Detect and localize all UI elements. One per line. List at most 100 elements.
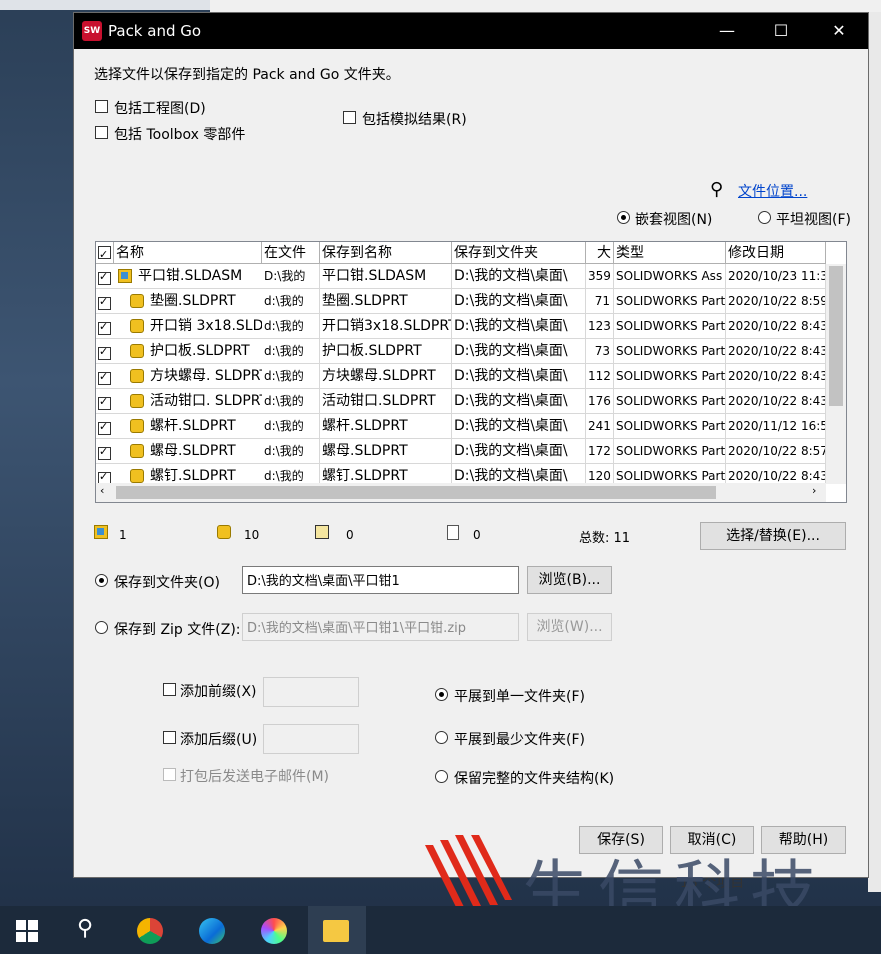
flat-view-radio[interactable] (758, 211, 771, 224)
row-infile: d:\我的 (262, 439, 320, 464)
part-icon (130, 444, 144, 458)
add-prefix-checkbox[interactable] (163, 683, 176, 696)
table-row[interactable]: 螺杆.SLDPRTd:\我的螺杆.SLDPRTD:\我的文档\桌面\241SOL… (96, 414, 826, 439)
add-suffix-checkbox[interactable] (163, 731, 176, 744)
header-size[interactable]: 大 (586, 242, 614, 264)
email-label: 打包后发送电子邮件(M) (180, 769, 330, 785)
row-size: 123 (586, 314, 614, 339)
row-saveto: 平口钳.SLDASM (320, 264, 452, 289)
table-row[interactable]: 螺母.SLDPRTd:\我的螺母.SLDPRTD:\我的文档\桌面\172SOL… (96, 439, 826, 464)
row-folder: D:\我的文档\桌面\ (452, 339, 586, 364)
save-to-folder-radio[interactable] (95, 574, 108, 587)
row-infile: d:\我的 (262, 339, 320, 364)
part-count-icon (217, 525, 231, 539)
include-toolbox-checkbox[interactable] (95, 126, 108, 139)
row-saveto: 螺杆.SLDPRT (320, 414, 452, 439)
row-checkbox[interactable] (98, 420, 111, 435)
flatten-fewest-label: 平展到最少文件夹(F) (454, 732, 585, 748)
solidworks-icon: SW (82, 21, 102, 41)
row-date: 2020/10/23 11:3 (726, 264, 826, 289)
prefix-input[interactable] (263, 677, 359, 707)
nested-view-radio[interactable] (617, 211, 630, 224)
total-count: 总数: 11 (579, 531, 631, 546)
keep-structure-label: 保留完整的文件夹结构(K) (454, 771, 615, 787)
row-checkbox[interactable] (98, 395, 111, 410)
row-date: 2020/10/22 8:43 (726, 389, 826, 414)
table-row[interactable]: 护口板.SLDPRTd:\我的护口板.SLDPRTD:\我的文档\桌面\73SO… (96, 339, 826, 364)
row-name: 螺母.SLDPRT (150, 443, 236, 459)
vertical-scroll-thumb[interactable] (829, 266, 843, 406)
row-infile: d:\我的 (262, 289, 320, 314)
scroll-left-icon[interactable]: ‹ (100, 484, 104, 497)
search-icon[interactable]: ⚲ (77, 916, 93, 941)
keep-structure-radio[interactable] (435, 770, 448, 783)
row-type: SOLIDWORKS Part (614, 314, 726, 339)
browse-folder-button[interactable]: 浏览(B)... (527, 566, 612, 594)
part-count: 10 (244, 528, 260, 542)
taskbar (0, 906, 881, 954)
include-sim-checkbox[interactable] (343, 111, 356, 124)
include-drawings-checkbox[interactable] (95, 100, 108, 113)
part-icon (130, 469, 144, 483)
row-folder: D:\我的文档\桌面\ (452, 389, 586, 414)
row-folder: D:\我的文档\桌面\ (452, 289, 586, 314)
horizontal-scroll-thumb[interactable] (116, 486, 716, 499)
flat-view-label: 平坦视图(F) (776, 212, 851, 228)
save-to-zip-radio[interactable] (95, 621, 108, 634)
row-name: 活动钳口. SLDPRT (150, 393, 262, 409)
table-row[interactable]: 平口钳.SLDASMD:\我的平口钳.SLDASMD:\我的文档\桌面\359S… (96, 264, 826, 289)
row-checkbox[interactable] (98, 445, 111, 460)
header-infile[interactable]: 在文件 (262, 242, 320, 264)
row-checkbox[interactable] (98, 345, 111, 360)
maximize-button[interactable]: ☐ (758, 13, 804, 49)
table-row[interactable]: 开口销 3x18.SLDPRTd:\我的开口销3x18.SLDPRTD:\我的文… (96, 314, 826, 339)
select-replace-button[interactable]: 选择/替换(E)... (700, 522, 846, 550)
flatten-fewest-radio[interactable] (435, 731, 448, 744)
header-type[interactable]: 类型 (614, 242, 726, 264)
table-row[interactable]: 活动钳口. SLDPRTd:\我的活动钳口.SLDPRTD:\我的文档\桌面\1… (96, 389, 826, 414)
select-all-checkbox[interactable] (98, 244, 111, 263)
assembly-count-icon (94, 525, 108, 539)
add-suffix-label: 添加后缀(U) (180, 732, 258, 748)
row-infile: d:\我的 (262, 389, 320, 414)
edge-icon[interactable] (199, 918, 225, 944)
color-picker-icon[interactable] (261, 918, 287, 944)
chrome-icon[interactable] (137, 918, 163, 944)
zip-path-input[interactable]: D:\我的文档\桌面\平口钳1\平口钳.zip (242, 613, 519, 641)
suffix-input[interactable] (263, 724, 359, 754)
part-icon (130, 369, 144, 383)
save-to-zip-label: 保存到 Zip 文件(Z): (114, 622, 241, 638)
windows-start-icon[interactable] (16, 920, 38, 942)
header-folder[interactable]: 保存到文件夹 (452, 242, 586, 264)
instruction-text: 选择文件以保存到指定的 Pack and Go 文件夹。 (94, 67, 400, 83)
row-saveto: 活动钳口.SLDPRT (320, 389, 452, 414)
browse-zip-button[interactable]: 浏览(W)... (527, 613, 612, 641)
header-saveto[interactable]: 保存到名称 (320, 242, 452, 264)
row-checkbox[interactable] (98, 320, 111, 335)
add-prefix-label: 添加前缀(X) (180, 684, 257, 700)
part-icon (130, 294, 144, 308)
title-bar: SW Pack and Go — ☐ ✕ (74, 13, 868, 49)
file-location-link[interactable]: 文件位置... (738, 181, 807, 201)
row-saveto: 垫圈.SLDPRT (320, 289, 452, 314)
minimize-button[interactable]: — (704, 13, 750, 49)
header-select-all[interactable] (96, 242, 114, 264)
dialog-title: Pack and Go (108, 22, 202, 40)
row-checkbox[interactable] (98, 295, 111, 310)
row-size: 73 (586, 339, 614, 364)
row-saveto: 护口板.SLDPRT (320, 339, 452, 364)
save-to-folder-label: 保存到文件夹(O) (114, 575, 220, 591)
header-name[interactable]: 名称 (114, 242, 262, 264)
table-row[interactable]: 方块螺母. SLDPRTd:\我的方块螺母.SLDPRTD:\我的文档\桌面\1… (96, 364, 826, 389)
close-button[interactable]: ✕ (816, 13, 862, 49)
part-icon (130, 319, 144, 333)
save-folder-input[interactable]: D:\我的文档\桌面\平口钳1 (242, 566, 519, 594)
scroll-right-icon[interactable]: › (812, 484, 816, 497)
table-row[interactable]: 垫圈.SLDPRTd:\我的垫圈.SLDPRTD:\我的文档\桌面\71SOLI… (96, 289, 826, 314)
header-date[interactable]: 修改日期 (726, 242, 826, 264)
row-checkbox[interactable] (98, 370, 111, 385)
file-explorer-icon[interactable] (323, 920, 349, 942)
email-checkbox[interactable] (163, 768, 176, 781)
flatten-single-radio[interactable] (435, 688, 448, 701)
row-checkbox[interactable] (98, 270, 111, 285)
